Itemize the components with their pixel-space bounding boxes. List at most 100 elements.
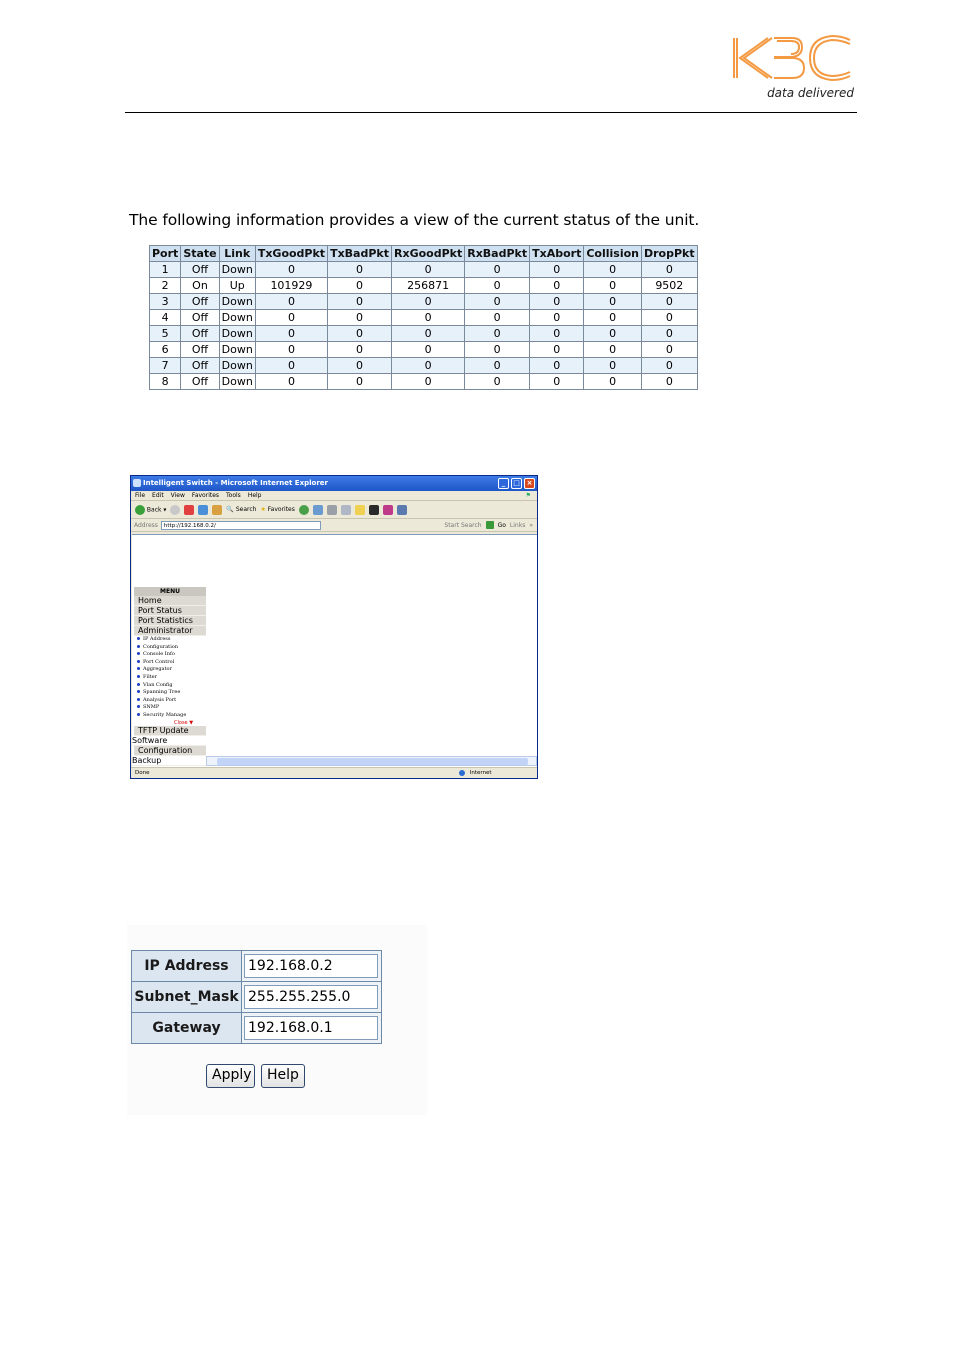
menu-edit[interactable]: Edit xyxy=(152,491,164,500)
subnet-mask-row: Subnet_Mask 255.255.255.0 xyxy=(131,981,382,1013)
port-status-table: Port State Link TxGoodPkt TxBadPkt RxGoo… xyxy=(148,245,698,390)
table-cell: 0 xyxy=(529,293,585,310)
table-cell: 0 xyxy=(254,309,329,326)
browser-content: MENU Home Port Status Port Statistics Ad… xyxy=(132,534,537,767)
go-button[interactable]: Go xyxy=(498,522,506,529)
table-cell: Down xyxy=(218,325,256,342)
table-cell: Off xyxy=(180,325,220,342)
close-label: Close xyxy=(174,719,188,726)
table-cell: 0 xyxy=(327,357,392,374)
menu-item-administrator[interactable]: Administrator xyxy=(134,626,206,636)
favorites-button[interactable]: ★ Favorites xyxy=(260,506,294,513)
print-icon[interactable] xyxy=(326,504,337,515)
start-search-input[interactable]: Start Search xyxy=(444,522,481,529)
table-row: 8 Off Down 0 0 0 0 0 0 0 xyxy=(148,373,698,390)
gateway-cell: 192.168.0.1 xyxy=(241,1012,382,1044)
submenu-item[interactable]: Analysis Port xyxy=(134,697,206,705)
menu-item-software[interactable]: Software xyxy=(132,736,206,746)
table-cell: 0 xyxy=(327,293,392,310)
table-cell: 0 xyxy=(254,341,329,358)
menu-tools[interactable]: Tools xyxy=(226,491,241,500)
menu-item-tftp-update[interactable]: TFTP Update xyxy=(134,725,206,736)
address-bar: Address http://192.168.0.2/ Start Search… xyxy=(131,519,537,532)
menu-item-backup[interactable]: Backup xyxy=(132,756,206,766)
close-button[interactable]: × xyxy=(524,478,535,489)
bullet-icon xyxy=(137,690,140,694)
menu-item-configuration[interactable]: Configuration xyxy=(134,745,206,756)
table-cell: 0 xyxy=(641,261,698,278)
submenu-item[interactable]: Filter xyxy=(134,674,206,682)
submenu-item-label: IP Address xyxy=(143,636,171,642)
menu-view[interactable]: View xyxy=(171,491,185,500)
submenu-item[interactable]: Security Manage xyxy=(134,712,206,720)
scrollbar-thumb[interactable] xyxy=(217,758,528,765)
submenu-item[interactable]: Vlan Config xyxy=(134,682,206,690)
browser-window: Intelligent Switch - Microsoft Internet … xyxy=(130,475,538,779)
horizontal-scrollbar[interactable] xyxy=(206,756,537,766)
submenu-item[interactable]: Spanning Tree xyxy=(134,689,206,697)
submenu-item[interactable]: IP Address xyxy=(134,636,206,644)
submenu-item-label: Security Manage xyxy=(143,711,187,718)
table-cell: 0 xyxy=(390,357,466,374)
table-cell: Down xyxy=(218,357,256,374)
table-cell: 0 xyxy=(583,357,642,374)
submenu-item[interactable]: SNMP xyxy=(134,704,206,712)
maximize-button[interactable]: □ xyxy=(511,478,522,489)
menu-item-home[interactable]: Home xyxy=(134,596,206,606)
submenu-item[interactable]: Console Info xyxy=(134,651,206,659)
edit-icon[interactable] xyxy=(340,504,351,515)
folder-icon[interactable] xyxy=(354,504,365,515)
go-arrow-icon[interactable] xyxy=(485,521,494,529)
submenu-item[interactable]: Aggregator xyxy=(134,666,206,674)
subnet-mask-cell: 255.255.255.0 xyxy=(241,981,382,1013)
submenu-item[interactable]: Port Control xyxy=(134,659,206,667)
chevron-right-icon[interactable]: » xyxy=(529,522,533,529)
table-cell: 0 xyxy=(641,293,698,310)
back-button[interactable]: Back ▾ xyxy=(135,504,166,515)
submenu-item-label: Vlan Config xyxy=(143,681,173,688)
mail-icon[interactable] xyxy=(312,504,323,515)
table-cell: 0 xyxy=(583,293,642,310)
gateway-input[interactable]: 192.168.0.1 xyxy=(244,1016,378,1040)
table-cell: 0 xyxy=(254,325,329,342)
port-status-caption: The following information provides a vie… xyxy=(129,211,700,229)
stop-icon[interactable] xyxy=(184,504,195,515)
browser-toolbar: Back ▾ 🔍 Search ★ Favorites xyxy=(131,501,537,519)
qq-icon[interactable] xyxy=(382,504,393,515)
table-cell: 0 xyxy=(390,341,466,358)
messenger-icon[interactable] xyxy=(368,504,379,515)
menu-item-port-status[interactable]: Port Status xyxy=(134,606,206,616)
submenu-item-label: Spanning Tree xyxy=(143,689,181,696)
refresh-icon[interactable] xyxy=(198,504,209,515)
search-button[interactable]: 🔍 Search xyxy=(226,506,256,513)
table-cell: 0 xyxy=(390,373,466,390)
menu-file[interactable]: File xyxy=(135,491,145,500)
table-cell: Up xyxy=(218,277,256,294)
table-cell: Off xyxy=(180,357,220,374)
submenu-item-label: Aggregator xyxy=(143,666,172,673)
table-cell: On xyxy=(180,277,220,294)
forward-icon[interactable] xyxy=(170,504,181,515)
home-icon[interactable] xyxy=(212,504,223,515)
menu-favorites[interactable]: Favorites xyxy=(192,491,219,500)
address-input[interactable]: http://192.168.0.2/ xyxy=(160,520,321,530)
minimize-button[interactable]: _ xyxy=(498,478,509,489)
table-cell: 0 xyxy=(641,325,698,342)
submenu-item[interactable]: Configuration xyxy=(134,644,206,652)
table-cell: 0 xyxy=(583,341,642,358)
apply-button[interactable]: Apply xyxy=(206,1064,255,1088)
history-icon[interactable] xyxy=(298,504,309,515)
links-button[interactable]: Links xyxy=(510,522,525,529)
col-header: TxAbort xyxy=(529,245,585,262)
menu-help[interactable]: Help xyxy=(248,491,262,500)
col-header: State xyxy=(180,245,220,262)
tools-icon[interactable] xyxy=(396,504,407,515)
bullet-icon xyxy=(137,667,140,671)
ip-address-input[interactable]: 192.168.0.2 xyxy=(244,954,378,978)
subnet-mask-input[interactable]: 255.255.255.0 xyxy=(244,985,378,1009)
table-cell: Down xyxy=(218,309,256,326)
table-cell: 0 xyxy=(641,357,698,374)
menu-item-port-statistics[interactable]: Port Statistics xyxy=(134,616,206,626)
help-button[interactable]: Help xyxy=(261,1064,305,1088)
table-cell: 0 xyxy=(327,325,392,342)
